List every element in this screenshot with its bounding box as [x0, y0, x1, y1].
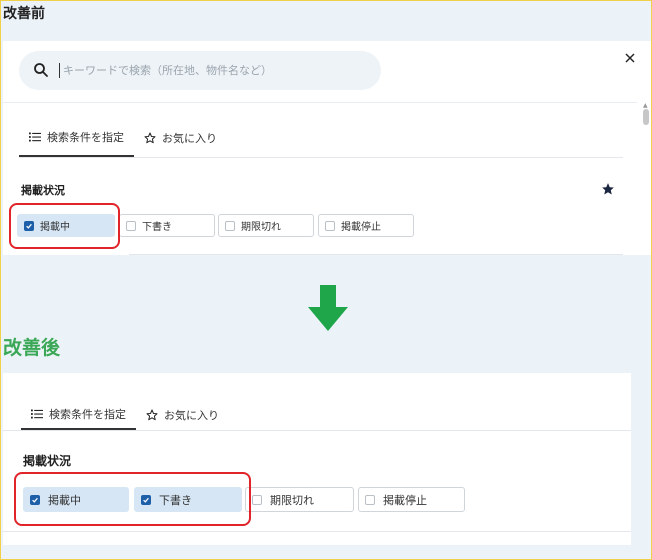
option-label: 掲載停止 [341, 222, 381, 233]
tab-search-conditions[interactable]: 検索条件を指定 [19, 119, 134, 157]
star-outline-icon [146, 409, 158, 420]
scrollbar[interactable]: ▲ [641, 103, 651, 255]
star-filled-icon[interactable] [601, 182, 615, 196]
highlight-box [9, 203, 120, 249]
option-label: 下書き [142, 222, 172, 233]
option-expired[interactable]: 期限切れ [218, 214, 314, 237]
tab-label: お気に入り [162, 132, 217, 145]
tab-favorites[interactable]: お気に入り [136, 399, 229, 430]
tab-label: 検索条件を指定 [47, 131, 124, 144]
divider [129, 254, 623, 255]
group-label: 掲載状況 [23, 454, 72, 468]
search-icon [34, 63, 48, 77]
list-icon [31, 409, 43, 418]
close-button[interactable] [621, 49, 639, 67]
checkbox[interactable] [325, 220, 335, 231]
scroll-thumb[interactable] [643, 109, 649, 125]
checkbox[interactable] [365, 494, 375, 505]
divider [3, 102, 637, 103]
option-label: 期限切れ [270, 493, 314, 507]
after-section-title: 改善後 [3, 337, 61, 359]
tab-favorites[interactable]: お気に入り [134, 119, 227, 157]
tab-label: 検索条件を指定 [49, 407, 126, 421]
checkbox[interactable] [225, 220, 235, 231]
close-icon [625, 53, 635, 63]
option-suspended[interactable]: 掲載停止 [358, 487, 465, 512]
before-section-title: 改善前 [3, 6, 45, 22]
highlight-box [14, 472, 251, 526]
option-expired[interactable]: 期限切れ [245, 487, 354, 512]
text-caret [59, 63, 60, 78]
option-label: 期限切れ [241, 222, 281, 233]
tab-bar: 検索条件を指定 お気に入り [19, 119, 227, 157]
option-draft[interactable]: 下書き [119, 214, 215, 237]
checkbox[interactable] [252, 494, 262, 505]
search-box[interactable] [19, 51, 381, 90]
group-label: 掲載状況 [21, 184, 65, 197]
tab-bar: 検索条件を指定 お気に入り [21, 399, 229, 430]
tab-underline [19, 157, 623, 158]
tab-search-conditions[interactable]: 検索条件を指定 [21, 399, 136, 430]
arrow-down-icon [308, 285, 348, 331]
option-suspended[interactable]: 掲載停止 [318, 214, 414, 237]
tab-label: お気に入り [164, 408, 219, 422]
star-outline-icon [144, 132, 156, 144]
tab-underline [3, 430, 631, 431]
divider [3, 531, 631, 532]
search-input[interactable] [63, 60, 363, 80]
option-label: 掲載停止 [383, 493, 427, 507]
list-icon [29, 132, 41, 142]
checkbox[interactable] [126, 220, 136, 231]
